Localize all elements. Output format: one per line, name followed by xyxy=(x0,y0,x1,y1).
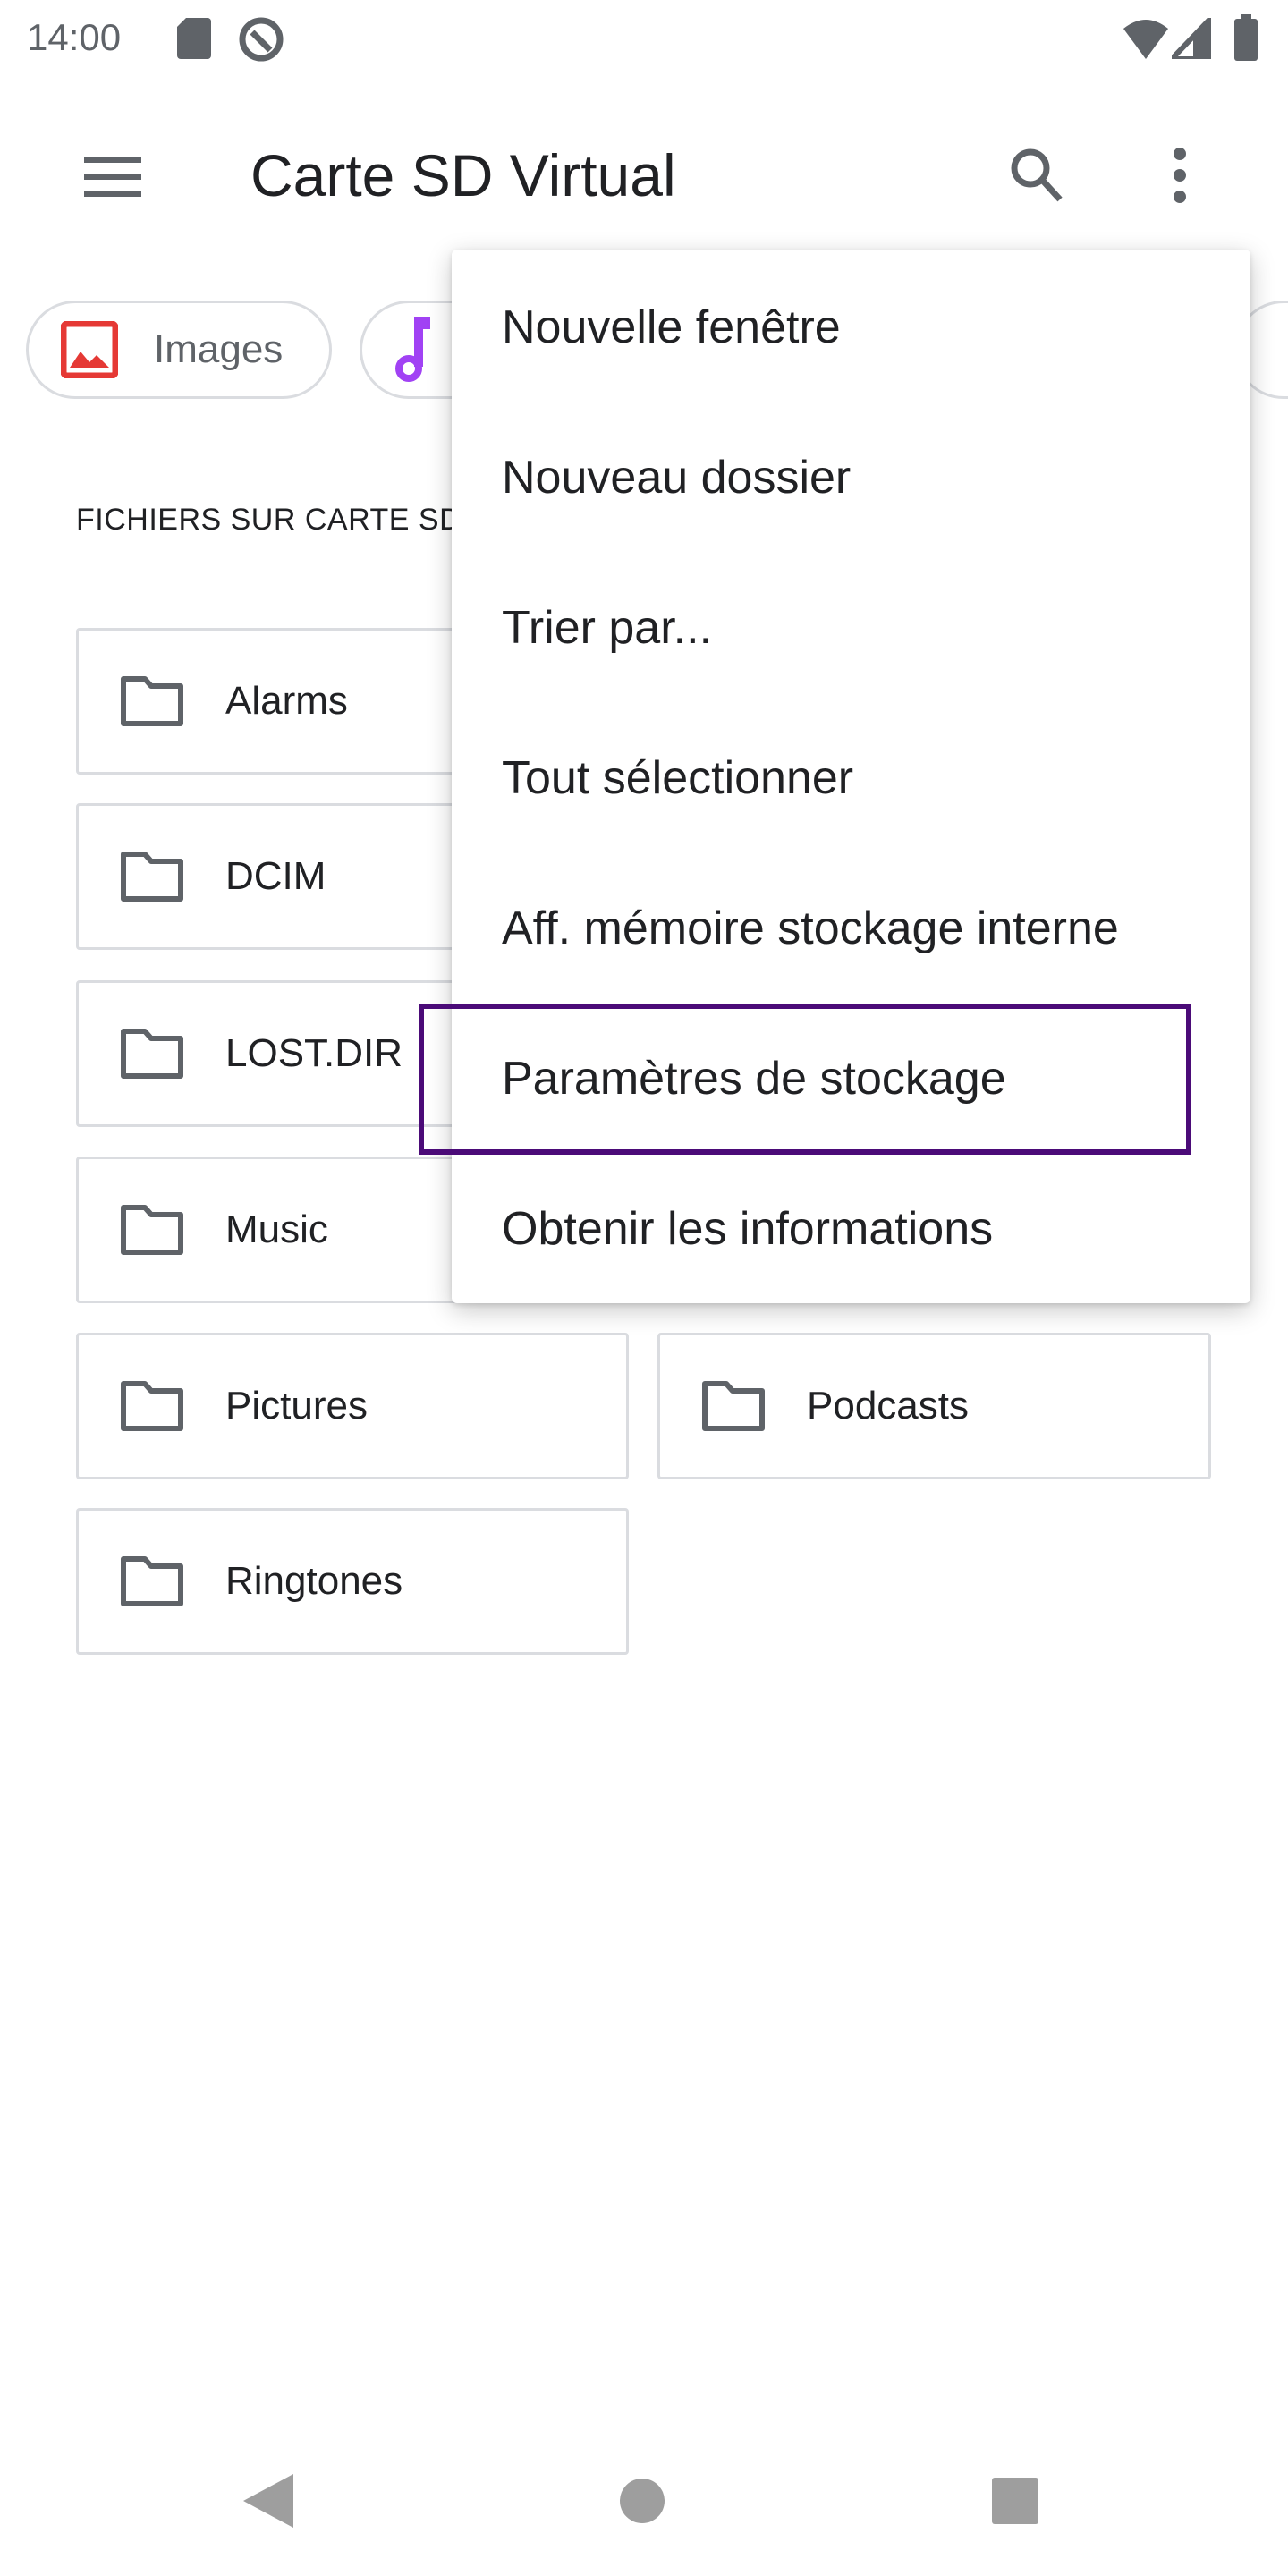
home-icon[interactable] xyxy=(620,2479,665,2523)
menu-item-new-window[interactable]: Nouvelle fenêtre xyxy=(452,252,1250,402)
highlight-box xyxy=(419,1004,1191,1155)
folder-icon xyxy=(702,1381,765,1431)
signal-icon xyxy=(1172,18,1211,59)
sd-card-icon xyxy=(177,18,211,59)
folder-name: Alarms xyxy=(225,679,348,723)
image-icon xyxy=(61,321,118,378)
recents-icon[interactable] xyxy=(992,2478,1038,2524)
wifi-icon xyxy=(1123,20,1168,59)
data-saver-icon xyxy=(239,17,284,62)
more-vert-icon[interactable] xyxy=(1170,147,1190,204)
music-note-icon xyxy=(395,317,430,382)
folder-icon xyxy=(121,852,183,902)
folder-item[interactable]: Ringtones xyxy=(76,1508,629,1655)
battery-icon xyxy=(1234,14,1258,61)
back-icon[interactable] xyxy=(243,2474,293,2528)
menu-item-get-info[interactable]: Obtenir les informations xyxy=(452,1154,1250,1304)
section-title: FICHIERS SUR CARTE SD xyxy=(76,503,462,537)
page-title: Carte SD Virtual xyxy=(250,142,676,208)
folder-icon xyxy=(121,676,183,726)
status-time: 14:00 xyxy=(27,16,122,58)
folder-item[interactable]: Podcasts xyxy=(657,1333,1211,1479)
search-icon[interactable] xyxy=(1007,145,1066,204)
folder-item[interactable]: Pictures xyxy=(76,1333,629,1479)
folder-icon xyxy=(121,1205,183,1255)
folder-icon xyxy=(121,1381,183,1431)
menu-item-sort-by[interactable]: Trier par... xyxy=(452,553,1250,703)
folder-name: LOST.DIR xyxy=(225,1031,403,1075)
folder-icon xyxy=(121,1556,183,1606)
chip-label: Images xyxy=(154,327,284,371)
chip-images[interactable]: Images xyxy=(26,301,332,399)
folder-icon xyxy=(121,1029,183,1079)
folder-name: Pictures xyxy=(225,1384,368,1428)
folder-name: Podcasts xyxy=(807,1384,969,1428)
folder-name: Music xyxy=(225,1208,328,1251)
menu-icon[interactable] xyxy=(84,157,141,197)
menu-item-new-folder[interactable]: Nouveau dossier xyxy=(452,402,1250,553)
menu-item-select-all[interactable]: Tout sélectionner xyxy=(452,703,1250,853)
folder-name: Ringtones xyxy=(225,1559,403,1603)
menu-item-show-internal-storage[interactable]: Aff. mémoire stockage interne xyxy=(452,853,1250,1004)
folder-name: DCIM xyxy=(225,854,326,898)
